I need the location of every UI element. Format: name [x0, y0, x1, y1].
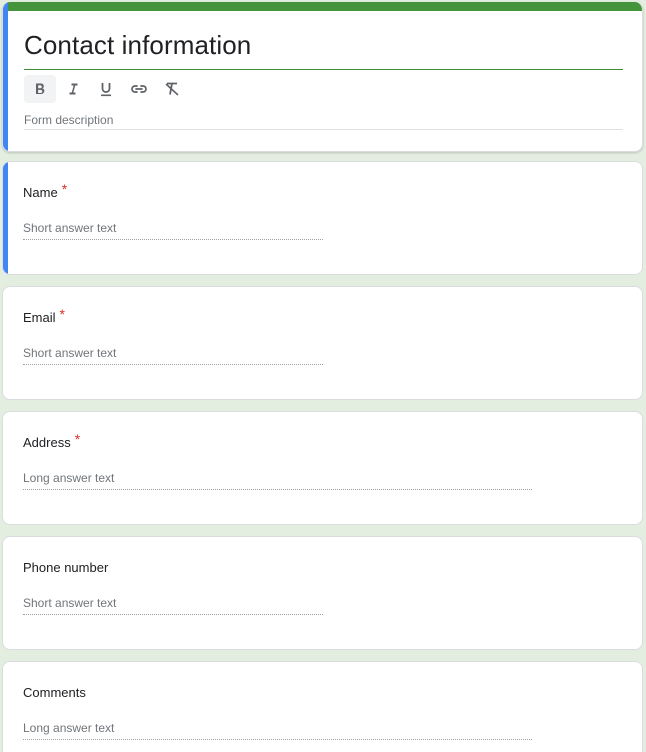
underline-icon[interactable]: [90, 75, 122, 103]
question-title: Comments: [23, 685, 86, 700]
description-underline: [24, 129, 623, 130]
answer-underline: [23, 489, 532, 490]
required-asterisk: *: [59, 306, 65, 322]
text-format-toolbar: [24, 75, 189, 103]
italic-icon[interactable]: [57, 75, 89, 103]
bold-icon[interactable]: [24, 75, 56, 103]
answer-underline: [23, 739, 532, 740]
question-card-phone-number[interactable]: Phone number Short answer text: [2, 536, 643, 650]
required-asterisk: *: [61, 181, 68, 197]
answer-underline: [23, 364, 323, 365]
question-card-email[interactable]: Email * Short answer text: [2, 286, 643, 400]
active-card-indicator: [3, 2, 8, 151]
question-title: Phone number: [23, 560, 109, 575]
answer-placeholder: Long answer text: [23, 721, 115, 735]
form-title[interactable]: Contact information: [24, 30, 251, 61]
answer-underline: [23, 239, 323, 240]
question-title: Email *: [23, 306, 65, 325]
question-card-address[interactable]: Address * Long answer text: [2, 411, 643, 525]
required-asterisk: *: [74, 431, 81, 447]
answer-placeholder: Short answer text: [23, 346, 117, 360]
link-icon[interactable]: [123, 75, 155, 103]
question-card-comments[interactable]: Comments Long answer text: [2, 661, 643, 752]
form-editor: Contact information Form description Nam…: [0, 0, 646, 752]
question-title: Name *: [23, 181, 68, 200]
form-description-input[interactable]: Form description: [24, 113, 113, 127]
answer-placeholder: Short answer text: [23, 221, 117, 235]
question-title: Address *: [23, 431, 81, 450]
answer-underline: [23, 614, 323, 615]
theme-color-stripe: [3, 2, 642, 11]
active-card-indicator: [3, 162, 8, 274]
answer-placeholder: Short answer text: [23, 596, 117, 610]
answer-placeholder: Long answer text: [23, 471, 115, 485]
clear-format-icon[interactable]: [156, 75, 188, 103]
form-header-card[interactable]: Contact information Form description: [2, 2, 643, 152]
question-card-name[interactable]: Name * Short answer text: [2, 161, 643, 275]
title-underline: [24, 69, 623, 70]
